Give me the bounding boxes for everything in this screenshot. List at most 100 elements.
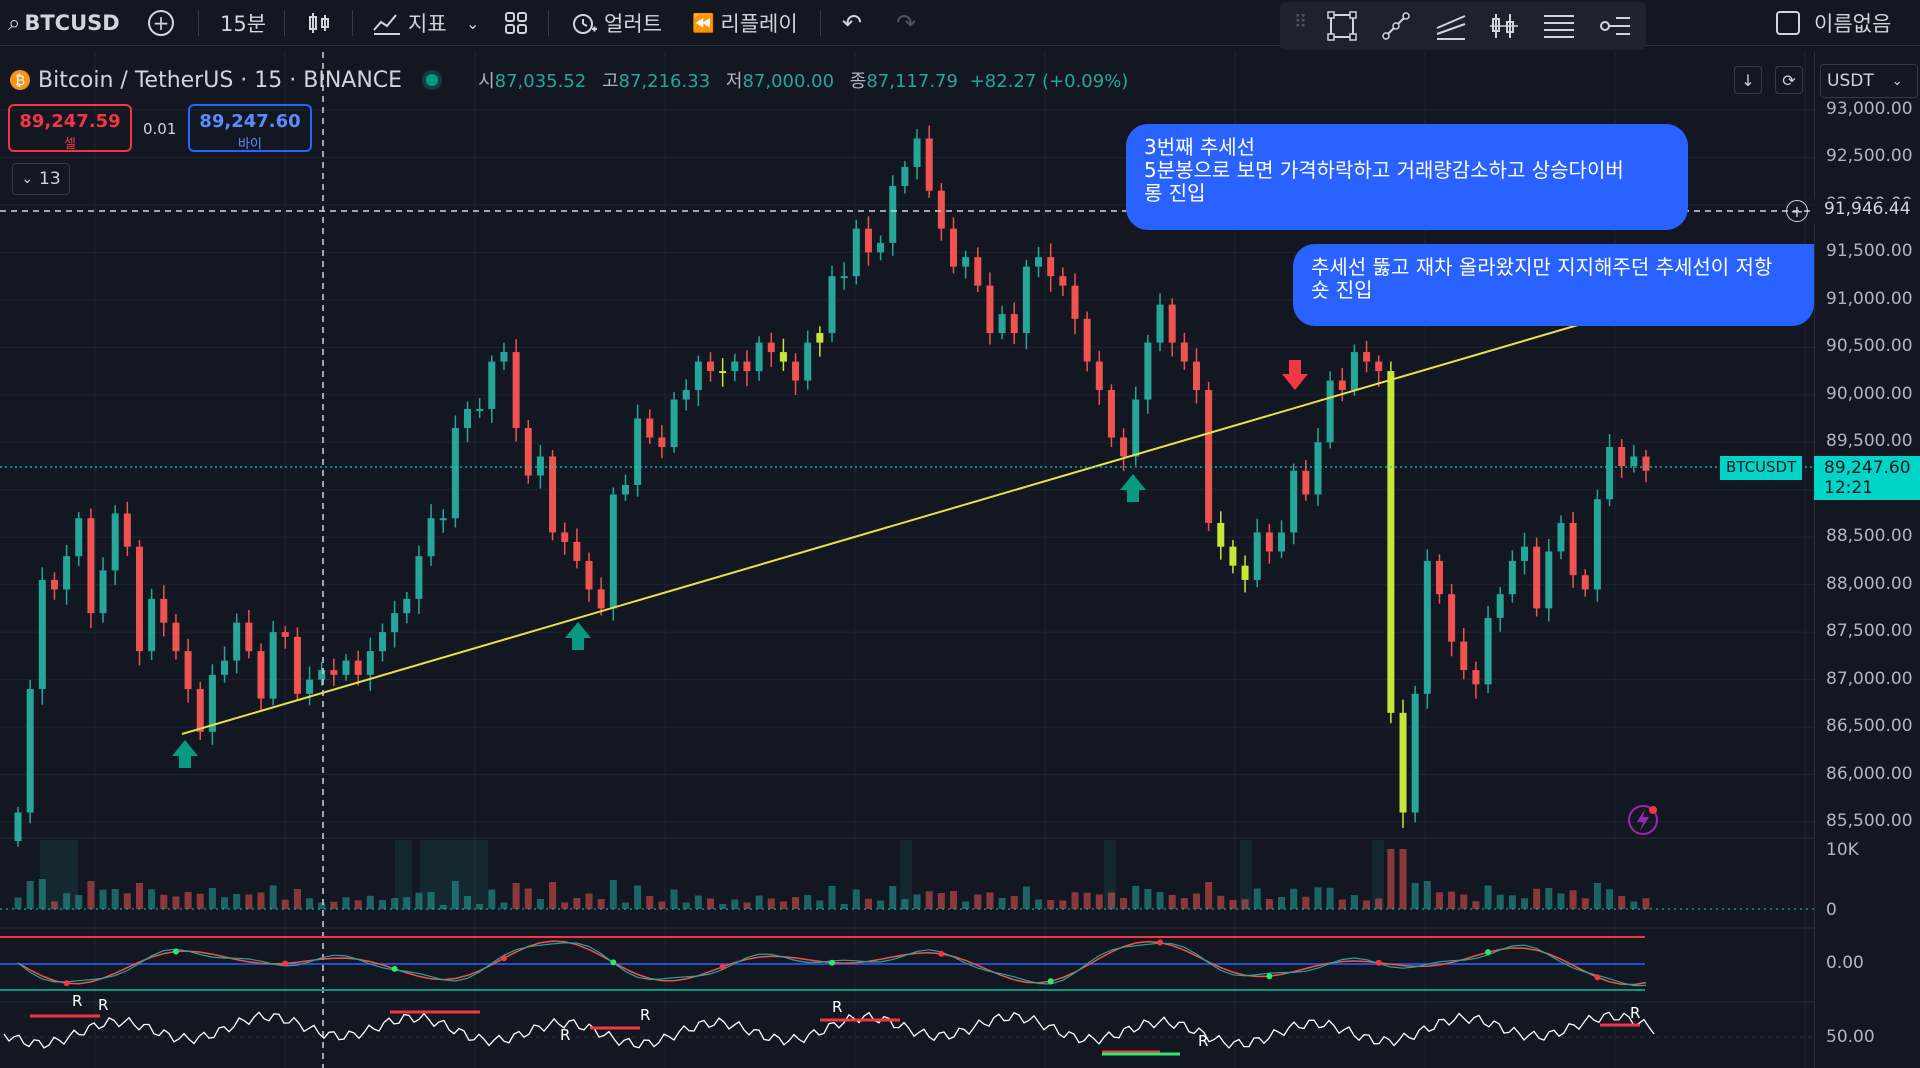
volume-bar — [1642, 898, 1650, 909]
candle-body — [160, 598, 168, 623]
volume-bar — [269, 885, 277, 909]
candle-body — [1435, 560, 1443, 595]
candle-body — [1071, 285, 1079, 319]
candle-body — [536, 456, 544, 476]
candle-body — [1180, 342, 1188, 362]
cross-dot — [938, 950, 945, 957]
cross-dot — [1594, 974, 1601, 981]
candle-body — [901, 166, 909, 186]
candle-body — [14, 812, 22, 841]
candle-body — [208, 674, 216, 732]
volume-bar — [840, 904, 848, 909]
volume-bar — [597, 899, 605, 909]
candle-body — [1533, 546, 1541, 609]
candle-body — [354, 660, 362, 675]
volume-bar — [306, 898, 314, 909]
volume-zone — [420, 840, 488, 910]
volume-bar — [1472, 901, 1480, 909]
volume-bar — [196, 893, 204, 909]
note-text: 3번째 추세선 5분봉으로 보면 가격하락하고 거래량감소하고 상승다이버 롱 … — [1144, 135, 1624, 205]
volume-bar — [257, 892, 265, 909]
volume-bars — [14, 840, 1650, 910]
volume-bar — [913, 894, 921, 909]
candle-body — [488, 361, 496, 410]
scroll-down-button[interactable]: ↓ — [1734, 66, 1762, 94]
volume-bar — [1168, 895, 1176, 909]
candle-body — [1035, 257, 1043, 267]
currency-select[interactable]: USDT ⌄ — [1820, 64, 1918, 98]
candle-body — [1618, 447, 1626, 466]
volume-bar — [609, 880, 617, 909]
candle-body — [609, 494, 617, 609]
volume-bar — [160, 894, 168, 909]
volume-bar — [1278, 897, 1286, 909]
candle-body — [464, 409, 472, 429]
fullscreen-button[interactable]: ⟳ — [1775, 66, 1803, 94]
candle-body — [378, 632, 386, 652]
candle-body — [828, 276, 836, 334]
candles — [14, 125, 1650, 847]
candle-body — [1545, 551, 1553, 609]
candle-body — [1047, 257, 1055, 277]
candle-body — [1399, 712, 1407, 813]
volume-bar — [330, 901, 338, 909]
volume-zone — [395, 840, 412, 910]
volume-bar — [123, 893, 131, 909]
volume-bar — [1156, 892, 1164, 909]
candle-body — [573, 541, 581, 561]
volume-bar — [694, 895, 702, 909]
volume-bar — [1387, 849, 1395, 909]
open-label: 시 — [478, 71, 495, 92]
cross-dot — [391, 965, 398, 972]
candle-body — [877, 242, 885, 253]
candle-body — [1278, 532, 1286, 552]
cross-dot — [1375, 959, 1382, 966]
note-bubble-short-entry[interactable]: 추세선 뚫고 재차 올라왔지만 지지해주던 추세선이 저항 숏 진입 — [1293, 244, 1814, 326]
volume-bar — [646, 896, 654, 909]
drawings-toggle[interactable]: ⌄ 13 — [12, 163, 70, 195]
candle-body — [281, 632, 289, 637]
note-bubble-long-entry[interactable]: 3번째 추세선 5분봉으로 보면 가격하락하고 거래량감소하고 상승다이버 롱 … — [1126, 124, 1688, 230]
chart-legend: ₿ Bitcoin / TetherUS · 15 · BINANCE 시87,… — [0, 60, 1128, 100]
price-tick: 88,500.00 — [1826, 526, 1913, 547]
volume-bar — [889, 886, 897, 909]
refresh-icon: ⟳ — [1782, 70, 1796, 90]
candle-body — [804, 342, 812, 381]
volume-bar — [1484, 885, 1492, 909]
volume-bar — [1460, 894, 1468, 909]
volume-bar — [1496, 894, 1504, 909]
sell-button[interactable]: 89,247.59 셀 — [8, 104, 132, 152]
arrow-up-marker — [1120, 474, 1146, 502]
buy-button[interactable]: 89,247.60 바이 — [188, 104, 312, 152]
candle-body — [998, 314, 1006, 334]
cross-dot — [1485, 949, 1492, 956]
candle-body — [585, 560, 593, 590]
volume-bar — [87, 881, 95, 909]
volume-bar — [318, 902, 326, 909]
spread-value: 0.01 — [143, 120, 177, 138]
trend-line[interactable] — [181, 324, 1579, 735]
volume-bar — [962, 901, 970, 909]
candle-body — [1107, 390, 1115, 438]
cross-dot — [282, 960, 289, 967]
volume-bar — [731, 899, 739, 909]
candle-body — [403, 598, 411, 614]
volume-bar — [233, 894, 241, 909]
volume-bar — [573, 898, 581, 909]
candle-body — [184, 651, 192, 690]
volume-bar — [1326, 887, 1334, 909]
price-tick: 87,000.00 — [1826, 668, 1913, 689]
candle-body — [1460, 641, 1468, 671]
rsi-marker-label: R — [72, 992, 82, 1010]
volume-bar — [148, 889, 156, 909]
buy-price: 89,247.60 — [199, 111, 301, 132]
volume-bar — [1411, 883, 1419, 909]
candle-body — [196, 689, 204, 732]
add-alert-button[interactable]: + — [1786, 200, 1808, 222]
volume-bar — [682, 902, 690, 909]
volume-bar — [512, 883, 520, 909]
price-tick: 86,500.00 — [1826, 716, 1913, 737]
lightning-icon[interactable] — [1628, 805, 1658, 835]
symbol-title[interactable]: Bitcoin / TetherUS · 15 · BINANCE — [38, 68, 402, 93]
candle-body — [1168, 304, 1176, 343]
